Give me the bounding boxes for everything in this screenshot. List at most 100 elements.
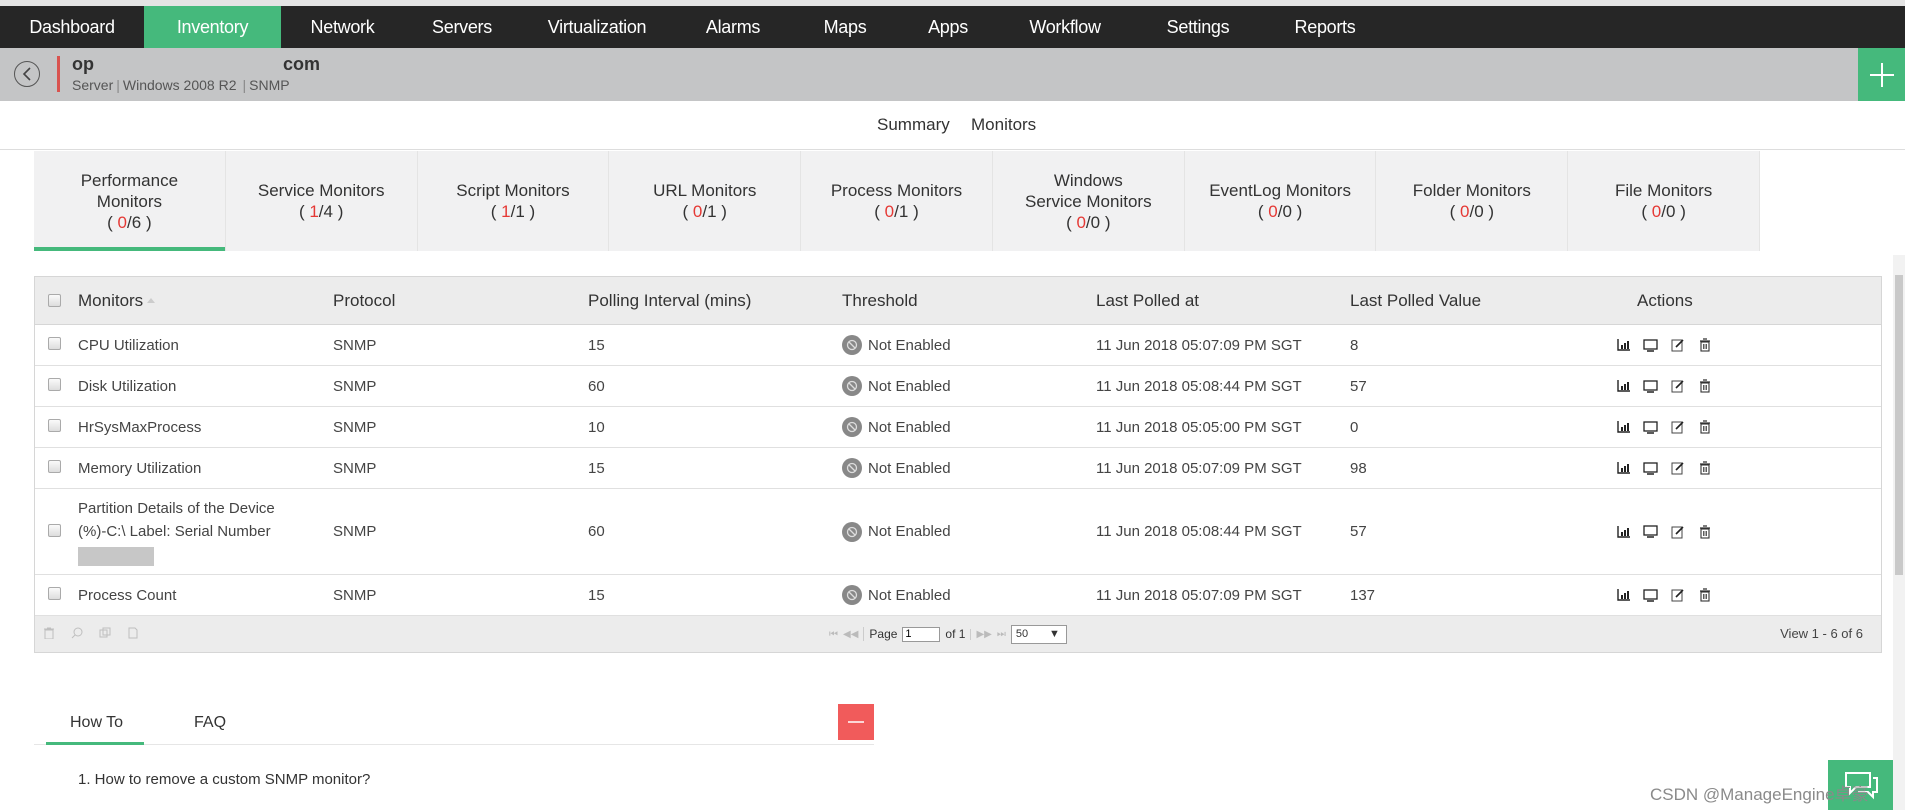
page-size-select[interactable]: 50 ▼ (1010, 624, 1067, 644)
edit-icon[interactable] (1669, 460, 1686, 476)
redacted-block (78, 547, 154, 566)
page-input[interactable] (902, 626, 941, 642)
monitor-name-line1: Partition Details of the Device (78, 500, 275, 517)
edit-icon[interactable] (1669, 524, 1686, 540)
tab-faq[interactable]: FAQ (194, 714, 226, 732)
bar-chart-icon[interactable] (1615, 524, 1632, 540)
next-page-icon[interactable]: ▶▶ (970, 628, 992, 640)
nav-item-inventory[interactable]: Inventory (144, 6, 281, 48)
category-tab-file-monitors[interactable]: File Monitors ( 0/0 ) (1568, 151, 1761, 251)
category-tab-performance-monitors[interactable]: Performance Monitors( 0/6 ) (34, 151, 226, 251)
select-all-checkbox[interactable] (48, 294, 61, 307)
bar-chart-icon[interactable] (1615, 337, 1632, 353)
protocol-cell: SNMP (333, 336, 377, 354)
row-checkbox[interactable] (48, 587, 61, 600)
category-tab-eventlog-monitors[interactable]: EventLog Monitors ( 0/0 ) (1185, 151, 1377, 251)
add-button[interactable] (1858, 48, 1905, 101)
trash-icon[interactable] (1696, 337, 1713, 353)
help-item-link[interactable]: 1. How to remove a custom SNMP monitor? (78, 771, 370, 788)
monitor-icon[interactable] (1642, 378, 1659, 394)
monitor-name[interactable]: Process Count (78, 575, 176, 615)
nav-item-virtualization[interactable]: Virtualization (520, 6, 674, 48)
trash-icon[interactable] (1696, 524, 1713, 540)
category-down-count: 0 (692, 202, 703, 221)
protocol-cell: SNMP (333, 459, 377, 477)
nav-item-reports[interactable]: Reports (1264, 6, 1386, 48)
col-monitors[interactable]: Monitors (78, 277, 156, 324)
category-count: ( 1/4 ) (298, 202, 344, 221)
category-count: ( 0/6 ) (107, 212, 152, 232)
row-actions (1615, 489, 1713, 574)
last-value-cell: 0 (1350, 418, 1359, 436)
monitor-name[interactable]: Disk Utilization (78, 366, 176, 406)
monitor-name[interactable]: CPU Utilization (78, 325, 179, 365)
row-checkbox[interactable] (48, 460, 61, 473)
trash-icon[interactable] (1696, 419, 1713, 435)
monitor-name[interactable]: Memory Utilization (78, 448, 201, 488)
category-tab-folder-monitors[interactable]: Folder Monitors ( 0/0 ) (1376, 151, 1569, 251)
row-checkbox[interactable] (48, 524, 61, 537)
bar-chart-icon[interactable] (1615, 460, 1632, 476)
tab-monitors[interactable]: Monitors (971, 115, 1036, 135)
last-page-icon[interactable]: ⏭ (997, 629, 1006, 640)
row-checkbox[interactable] (48, 419, 61, 432)
monitor-name[interactable]: Partition Details of the Device (%)-C:\ L… (78, 489, 275, 574)
edit-icon[interactable] (1669, 337, 1686, 353)
bar-chart-icon[interactable] (1615, 378, 1632, 394)
trash-icon[interactable] (1696, 460, 1713, 476)
delete-selected-icon[interactable] (43, 627, 55, 639)
device-type: Server (72, 77, 114, 93)
sort-icon[interactable] (147, 298, 156, 303)
columns-icon[interactable] (99, 627, 111, 639)
tab-how-to[interactable]: How To (70, 714, 123, 732)
disabled-icon (842, 458, 862, 478)
tab-summary[interactable]: Summary (877, 115, 950, 135)
nav-item-maps[interactable]: Maps (792, 6, 898, 48)
edit-icon[interactable] (1669, 378, 1686, 394)
search-icon[interactable] (71, 627, 83, 639)
monitor-icon[interactable] (1642, 524, 1659, 540)
row-checkbox[interactable] (48, 378, 61, 391)
monitor-icon[interactable] (1642, 419, 1659, 435)
bar-chart-icon[interactable] (1615, 419, 1632, 435)
category-label: File Monitors (1614, 181, 1713, 200)
monitor-icon[interactable] (1642, 587, 1659, 603)
nav-item-dashboard[interactable]: Dashboard (0, 6, 144, 48)
export-icon[interactable] (127, 627, 139, 639)
page-scrollbar[interactable] (1893, 255, 1905, 810)
nav-item-alarms[interactable]: Alarms (674, 6, 792, 48)
scrollbar-thumb[interactable] (1895, 275, 1903, 575)
edit-icon[interactable] (1669, 587, 1686, 603)
category-label: Script Monitors (456, 181, 570, 200)
prev-page-icon[interactable]: ◀◀ (843, 629, 858, 640)
last-polled-cell: 11 Jun 2018 05:08:44 PM SGT (1096, 377, 1302, 395)
category-tab-process-monitors[interactable]: Process Monitors ( 0/1 ) (801, 151, 993, 251)
threshold-status: Not Enabled (868, 459, 951, 477)
nav-item-servers[interactable]: Servers (404, 6, 520, 48)
table-row: HrSysMaxProcess SNMP 10 Not Enabled 11 Jun 2… (35, 407, 1881, 448)
category-tab-url-monitors[interactable]: URL Monitors ( 0/1 ) (609, 151, 802, 251)
monitor-icon[interactable] (1642, 337, 1659, 353)
nav-item-apps[interactable]: Apps (898, 6, 998, 48)
pagination: ⏮ ◀◀ Page of 1 ▶▶ ⏭ 50 ▼ (829, 616, 1067, 652)
nav-item-workflow[interactable]: Workflow (998, 6, 1132, 48)
category-count: ( 1/1 ) (490, 202, 536, 221)
first-page-icon[interactable]: ⏮ (829, 629, 838, 640)
monitor-icon[interactable] (1642, 460, 1659, 476)
category-tab-windows-service-monitors[interactable]: Windows Service Monitors( 0/0 ) (993, 151, 1185, 251)
collapse-help-button[interactable] (838, 704, 874, 740)
bar-chart-icon[interactable] (1615, 587, 1632, 603)
nav-item-settings[interactable]: Settings (1132, 6, 1264, 48)
monitor-name[interactable]: HrSysMaxProcess (78, 407, 201, 447)
interval-cell: 10 (588, 418, 605, 436)
trash-icon[interactable] (1696, 378, 1713, 394)
trash-icon[interactable] (1696, 587, 1713, 603)
disabled-icon (842, 417, 862, 437)
edit-icon[interactable] (1669, 419, 1686, 435)
row-checkbox[interactable] (48, 337, 61, 350)
back-button[interactable] (14, 61, 40, 87)
category-tab-script-monitors[interactable]: Script Monitors ( 1/1 ) (418, 151, 610, 251)
category-tab-service-monitors[interactable]: Service Monitors ( 1/4 ) (226, 151, 418, 251)
nav-item-network[interactable]: Network (281, 6, 404, 48)
last-polled-cell: 11 Jun 2018 05:05:00 PM SGT (1096, 418, 1302, 436)
